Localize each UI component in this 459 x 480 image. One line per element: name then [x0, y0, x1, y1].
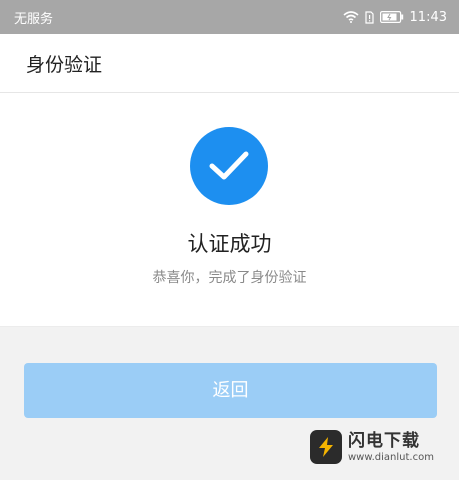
carrier-label: 无服务: [14, 11, 54, 27]
wifi-icon: [343, 11, 359, 23]
status-icons: 11:43: [343, 10, 447, 25]
battery-icon: [379, 11, 404, 23]
result-title: 认证成功: [187, 232, 272, 256]
page-header: 身份验证: [0, 34, 459, 93]
sim-alert-icon: [364, 10, 374, 24]
watermark-text: 闪电下载 www.dianlut.com: [348, 431, 434, 464]
page-title: 身份验证: [26, 53, 103, 76]
lightning-logo-icon: [310, 430, 342, 464]
verification-success-screen: 无服务 11:43 身份验证 认证成功 恭喜你，完成了身份验证 返回 闪电下载 …: [0, 0, 459, 480]
back-button[interactable]: 返回: [24, 363, 437, 418]
checkmark-icon: [190, 127, 268, 205]
watermark-title: 闪电下载: [348, 430, 420, 451]
result-subtitle: 恭喜你，完成了身份验证: [152, 270, 307, 286]
watermark: 闪电下载 www.dianlut.com: [310, 424, 455, 470]
status-bar: 无服务 11:43: [0, 0, 459, 34]
clock: 11:43: [409, 9, 447, 25]
watermark-url: www.dianlut.com: [348, 451, 434, 463]
result-card: 认证成功 恭喜你，完成了身份验证: [0, 93, 459, 327]
